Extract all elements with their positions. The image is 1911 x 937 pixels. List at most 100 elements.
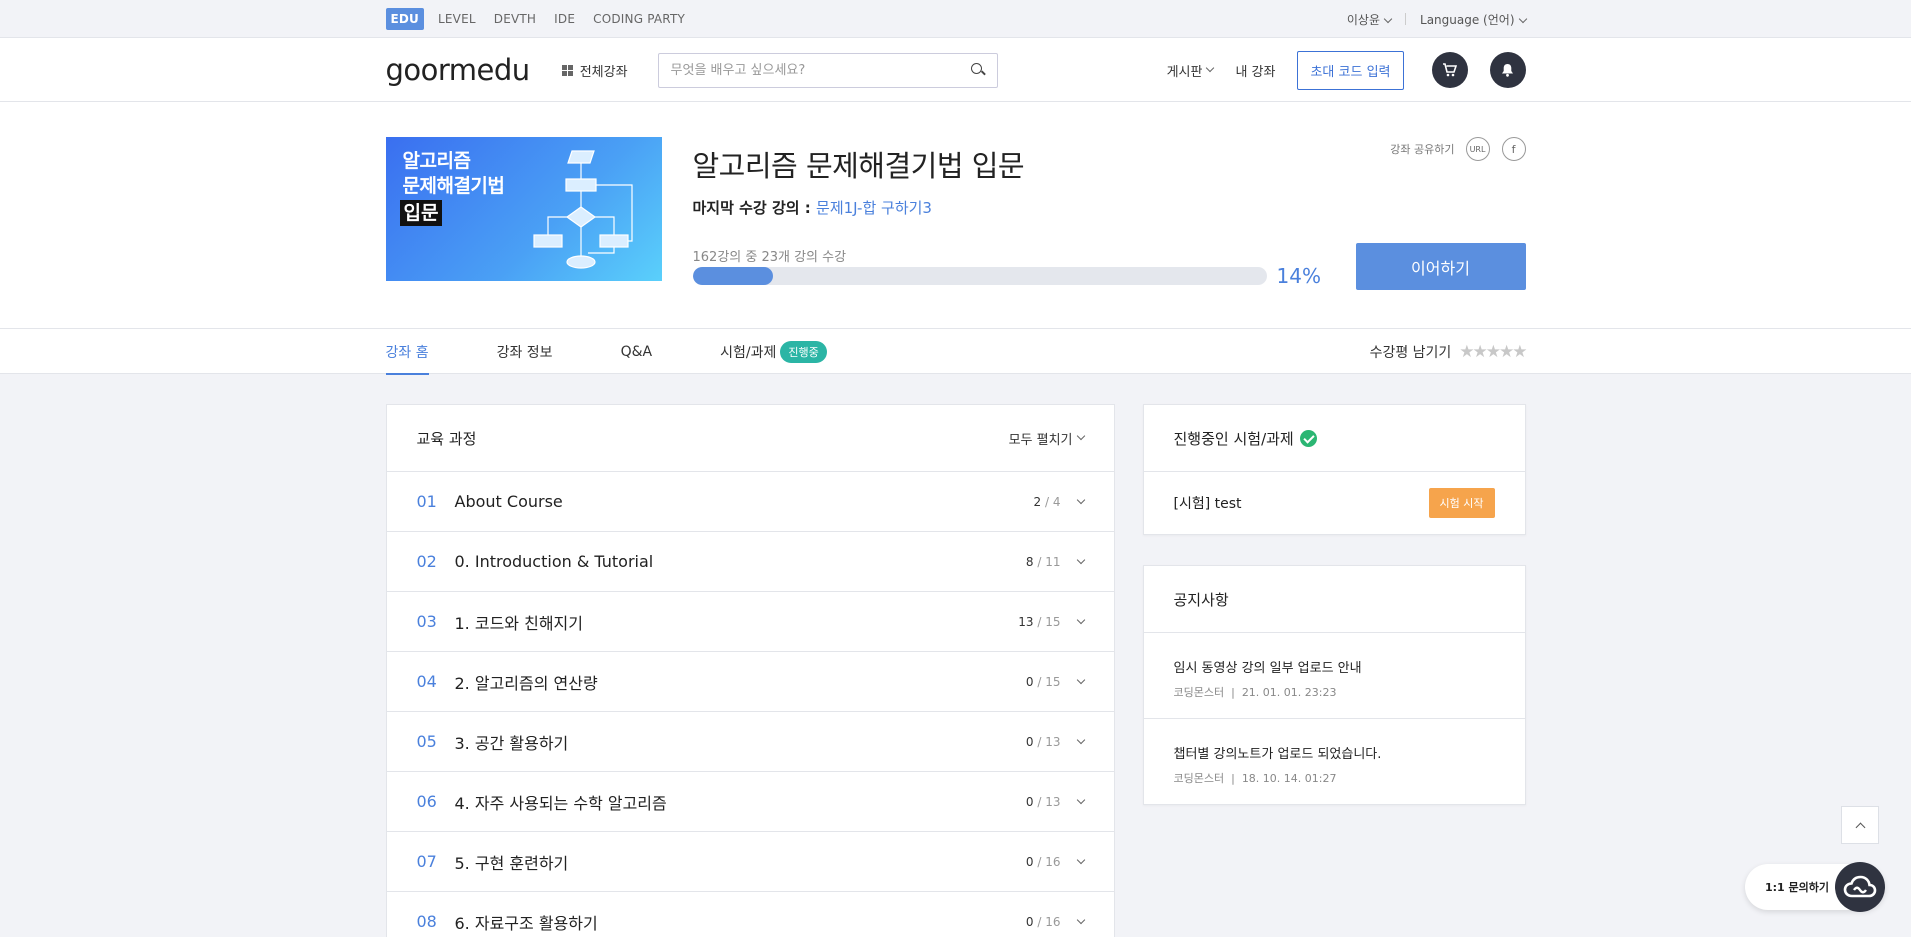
check-icon xyxy=(1299,429,1317,447)
divider xyxy=(1405,13,1407,25)
section-progress: 0 / 13 xyxy=(1026,795,1061,809)
service-edu[interactable]: EDU xyxy=(385,8,425,30)
section-progress: 0 / 13 xyxy=(1026,735,1061,749)
notice-item[interactable]: 임시 동영상 강의 일부 업로드 안내 코딩몬스터 | 21. 01. 01. … xyxy=(1143,633,1525,719)
curriculum-section[interactable]: 01 About Course 2 / 4 xyxy=(386,472,1114,532)
chevron-down-icon[interactable] xyxy=(1076,615,1085,624)
notice-title[interactable]: 챕터별 강의노트가 업로드 되었습니다. xyxy=(1174,743,1495,762)
curriculum-section[interactable]: 06 4. 자주 사용되는 수학 알고리즘 0 / 13 xyxy=(386,772,1114,832)
share-url-button[interactable]: URL xyxy=(1465,137,1490,161)
curriculum-header: 교육 과정 모두 펼치기 xyxy=(386,405,1114,472)
expand-all-label: 모두 펼치기 xyxy=(1008,432,1073,448)
section-done: 0 xyxy=(1025,854,1034,869)
notice-card-header: 공지사항 xyxy=(1143,566,1525,633)
status-badge: 진행중 xyxy=(780,340,827,363)
chevron-down-icon[interactable] xyxy=(1076,855,1085,864)
chevron-down-icon[interactable] xyxy=(1076,555,1085,564)
section-done: 2 xyxy=(1033,494,1042,509)
last-lecture-link[interactable]: 문제1J-합 구하기3 xyxy=(816,199,932,217)
chevron-down-icon xyxy=(1076,431,1085,441)
service-coding-party[interactable]: CODING PARTY xyxy=(593,12,685,26)
curriculum-section[interactable]: 04 2. 알고리즘의 연산량 0 / 15 xyxy=(386,652,1114,712)
curriculum-section[interactable]: 03 1. 코드와 친해지기 13 / 15 xyxy=(386,592,1114,652)
section-title: 1. 코드와 친해지기 xyxy=(454,613,583,633)
start-exam-button[interactable]: 시험 시작 xyxy=(1428,488,1495,518)
section-progress: 0 / 15 xyxy=(1026,675,1061,689)
board-label: 게시판 xyxy=(1166,64,1203,80)
rating-label: 수강평 남기기 xyxy=(1369,344,1452,361)
tab-course-home[interactable]: 강좌 홈 xyxy=(385,329,429,375)
facebook-icon[interactable]: f xyxy=(1501,137,1526,161)
star-rating-icon[interactable]: ★★★★★ xyxy=(1459,342,1527,362)
section-total: / 13 xyxy=(1037,734,1061,749)
course-tabs: 강좌 홈 강좌 정보 Q&A 시험/과제 진행중 수강평 남기기 ★★★★★ xyxy=(0,329,1911,375)
section-done: 0 xyxy=(1025,734,1034,749)
curriculum-section[interactable]: 08 6. 자료구조 활용하기 0 / 16 xyxy=(387,892,1114,937)
notice-date: 21. 01. 01. 23:23 xyxy=(1241,686,1337,699)
curriculum-section[interactable]: 05 3. 공간 활용하기 0 / 13 xyxy=(386,712,1114,772)
curriculum-section[interactable]: 07 5. 구현 훈련하기 0 / 16 xyxy=(386,832,1114,892)
tab-exams[interactable]: 시험/과제 진행중 xyxy=(720,329,827,374)
section-number: 02 xyxy=(416,552,437,571)
section-progress: 0 / 16 xyxy=(1026,915,1061,929)
main-header: goormedu 전체강좌 게시판 내 강좌 초대 코드 입력 xyxy=(0,38,1911,102)
chevron-down-icon[interactable] xyxy=(1076,675,1085,684)
section-progress: 13 / 15 xyxy=(1018,615,1060,629)
scroll-to-top-button[interactable] xyxy=(1841,806,1879,844)
section-total: / 15 xyxy=(1037,674,1061,689)
curriculum-section[interactable]: 02 0. Introduction & Tutorial 8 / 11 xyxy=(386,532,1114,592)
rating-button[interactable]: 수강평 남기기 ★★★★★ xyxy=(1369,342,1528,362)
tab-course-info[interactable]: 강좌 정보 xyxy=(497,329,553,374)
exams-card-title: 진행중인 시험/과제 xyxy=(1173,429,1294,448)
expand-all-button[interactable]: 모두 펼치기 xyxy=(1008,429,1085,448)
user-menu[interactable]: 이상윤 xyxy=(1347,11,1393,28)
chevron-down-icon[interactable] xyxy=(1076,795,1085,804)
section-total: / 4 xyxy=(1045,494,1061,509)
service-level[interactable]: LEVEL xyxy=(438,12,476,26)
invite-code-button[interactable]: 초대 코드 입력 xyxy=(1297,50,1404,90)
language-menu[interactable]: Language (언어) xyxy=(1420,11,1527,28)
course-hero: 알고리즘 문제해결기법 입문 알고리즘 문제해결기법 입문 마지막 수강 강의 … xyxy=(0,102,1911,329)
service-ide[interactable]: IDE xyxy=(554,12,575,26)
thumbnail-title: 알고리즘문제해결기법 xyxy=(403,149,505,199)
chevron-down-icon[interactable] xyxy=(1076,495,1085,504)
section-title: 4. 자주 사용되는 수학 알고리즘 xyxy=(454,793,667,813)
search-input[interactable] xyxy=(670,62,971,78)
exam-title: [시험] test xyxy=(1173,496,1242,512)
service-links: EDU LEVEL DEVTH IDE CODING PARTY xyxy=(385,8,704,30)
notice-title[interactable]: 임시 동영상 강의 일부 업로드 안내 xyxy=(1174,657,1495,676)
board-menu[interactable]: 게시판 xyxy=(1166,61,1215,80)
main-content: 교육 과정 모두 펼치기 01 About Course 2 / 4 02 0. Int… xyxy=(0,374,1911,937)
notice-item[interactable]: 챕터별 강의노트가 업로드 되었습니다. 코딩몬스터 | 18. 10. 14.… xyxy=(1144,719,1525,804)
course-info: 알고리즘 문제해결기법 입문 마지막 수강 강의 : 문제1J-합 구하기3 강… xyxy=(692,137,1526,290)
all-courses-label: 전체강좌 xyxy=(579,64,628,80)
cloud-chat-icon[interactable] xyxy=(1835,862,1885,912)
section-progress: 8 / 11 xyxy=(1026,555,1061,569)
notification-button[interactable] xyxy=(1489,52,1526,88)
continue-button[interactable]: 이어하기 xyxy=(1355,243,1526,290)
flowchart-illustration xyxy=(532,150,633,269)
search-icon[interactable] xyxy=(970,63,985,77)
thumbnail-line2: 문제해결기법 xyxy=(402,175,505,197)
thumbnail-line3: 입문 xyxy=(399,200,443,226)
service-devth[interactable]: DEVTH xyxy=(494,12,536,26)
chevron-down-icon xyxy=(1518,14,1527,23)
all-courses-button[interactable]: 전체강좌 xyxy=(561,61,628,80)
course-thumbnail: 알고리즘문제해결기법 입문 xyxy=(385,137,662,281)
section-number: 05 xyxy=(416,732,437,751)
section-done: 0 xyxy=(1025,914,1034,929)
cart-icon xyxy=(1443,63,1457,77)
cart-button[interactable] xyxy=(1431,52,1468,88)
tab-qna[interactable]: Q&A xyxy=(621,329,653,374)
notice-meta: 코딩몬스터 | 18. 10. 14. 01:27 xyxy=(1173,772,1337,785)
section-done: 13 xyxy=(1018,614,1034,629)
chevron-down-icon[interactable] xyxy=(1076,735,1085,744)
chevron-down-icon xyxy=(1206,63,1215,73)
exam-item: [시험] test 시험 시작 xyxy=(1144,472,1525,534)
chevron-down-icon[interactable] xyxy=(1076,915,1085,924)
search-box xyxy=(657,52,998,88)
my-courses-link[interactable]: 내 강좌 xyxy=(1235,61,1275,80)
goormedu-logo[interactable]: goormedu xyxy=(386,53,531,87)
thumbnail-line1: 알고리즘 xyxy=(402,150,471,172)
section-progress: 2 / 4 xyxy=(1034,495,1061,509)
